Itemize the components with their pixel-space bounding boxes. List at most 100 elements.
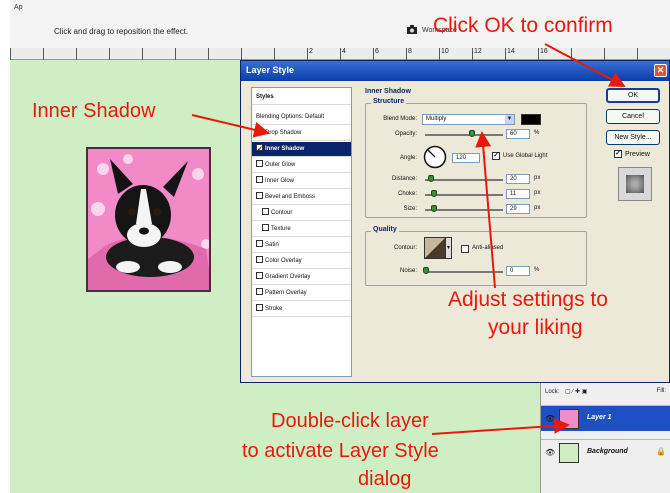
- style-item-bevel-and-emboss[interactable]: Bevel and Emboss: [252, 190, 351, 205]
- style-item-inner-glow[interactable]: Inner Glow: [252, 174, 351, 189]
- style-item-outer-glow[interactable]: Outer Glow: [252, 158, 351, 173]
- opacity-field[interactable]: 60: [506, 129, 530, 139]
- style-checkbox[interactable]: [256, 271, 263, 279]
- style-checkbox[interactable]: [256, 303, 263, 311]
- style-checkbox[interactable]: [256, 191, 263, 199]
- style-item-label: Contour: [271, 210, 293, 216]
- close-icon[interactable]: ✕: [654, 64, 667, 77]
- style-checkbox[interactable]: [256, 159, 263, 167]
- ruler-number: 8: [408, 48, 412, 55]
- contour-picker[interactable]: [424, 237, 452, 259]
- style-checkbox[interactable]: [256, 255, 263, 263]
- eye-icon[interactable]: 👁: [545, 414, 555, 423]
- opacity-slider-track[interactable]: [425, 134, 503, 136]
- app-label: Ap: [14, 4, 23, 11]
- ruler-tick: [10, 48, 11, 60]
- noise-slider-track[interactable]: [425, 271, 503, 273]
- anti-aliased-checkbox[interactable]: [461, 245, 469, 253]
- layer-style-dialog: Layer Style ✕ Styles Blending Options: De…: [240, 60, 670, 383]
- ruler-number: 10: [441, 48, 449, 55]
- lock-icons[interactable]: ▢ ⁄ ✚ ▣: [565, 389, 587, 395]
- dialog-titlebar[interactable]: Layer Style ✕: [241, 61, 669, 81]
- layer-thumbnail: [559, 443, 579, 463]
- annotation-click-ok: Click OK to confirm: [433, 14, 613, 37]
- ruler-number: 12: [474, 48, 482, 55]
- choke-slider-track[interactable]: [425, 194, 503, 196]
- opacity-slider-thumb[interactable]: [468, 130, 475, 137]
- layer-row-layer-1[interactable]: 👁 Layer 1: [541, 405, 670, 431]
- style-item-satin[interactable]: Satin: [252, 238, 351, 253]
- lock-icon: 🔒: [656, 447, 666, 456]
- styles-list: Styles Blending Options: Default Drop Shad…: [251, 87, 352, 377]
- preview-label: Preview: [625, 151, 650, 158]
- choke-label: Choke:: [397, 191, 417, 197]
- angle-field[interactable]: 120: [452, 153, 480, 163]
- style-item-pattern-overlay[interactable]: Pattern Overlay: [252, 286, 351, 301]
- style-checkbox[interactable]: [262, 223, 269, 231]
- quality-title: Quality: [371, 226, 399, 233]
- style-item-stroke[interactable]: Stroke: [252, 302, 351, 317]
- style-checkbox[interactable]: [256, 239, 263, 247]
- cancel-button[interactable]: Cancel: [606, 109, 660, 124]
- dialog-title: Layer Style: [246, 65, 295, 75]
- style-checkbox[interactable]: [256, 127, 263, 135]
- ok-button[interactable]: OK: [606, 88, 660, 103]
- annotation-dblclick-line3: dialog: [358, 468, 412, 490]
- chevron-down-icon: ▼: [505, 115, 514, 124]
- style-checkbox[interactable]: [256, 142, 263, 157]
- choke-field[interactable]: 11: [506, 189, 530, 199]
- ruler-number: 14: [507, 48, 515, 55]
- layers-toolbar: Lock: ▢ ⁄ ✚ ▣ Fill:: [541, 383, 670, 401]
- ruler-tick: [208, 48, 209, 60]
- ruler-number: 16: [540, 48, 548, 55]
- lock-label: Lock:: [545, 389, 560, 395]
- quality-group: [365, 231, 587, 286]
- angle-dial[interactable]: [423, 145, 447, 169]
- ruler-tick: [637, 48, 638, 60]
- shadow-color-swatch[interactable]: [521, 114, 541, 125]
- style-checkbox[interactable]: [256, 287, 263, 295]
- style-item-label: Texture: [271, 226, 291, 232]
- style-item-texture[interactable]: Texture: [252, 222, 351, 237]
- size-field[interactable]: 29: [506, 204, 530, 214]
- angle-unit: °: [483, 152, 486, 158]
- choke-slider-thumb[interactable]: [430, 190, 437, 197]
- style-checkbox[interactable]: [256, 175, 263, 183]
- style-item-styles[interactable]: Styles: [252, 90, 351, 105]
- camera-icon[interactable]: [406, 24, 418, 35]
- style-item-label: Inner Shadow: [265, 146, 305, 152]
- annotation-adjust-line2: your liking: [488, 316, 583, 339]
- distance-field[interactable]: 20: [506, 174, 530, 184]
- size-label: Size:: [403, 206, 417, 212]
- style-item-label: Drop Shadow: [265, 130, 302, 136]
- ruler-tick: [109, 48, 110, 60]
- style-item-color-overlay[interactable]: Color Overlay: [252, 254, 351, 269]
- style-item-label: Styles: [256, 94, 274, 100]
- horizontal-ruler: 2 4 6 8 10 12 14 16: [10, 48, 670, 60]
- eye-icon[interactable]: 👁: [545, 448, 555, 457]
- style-item-blending-options-default[interactable]: Blending Options: Default: [252, 110, 351, 125]
- opacity-unit: %: [534, 130, 540, 136]
- ruler-number: 2: [309, 48, 313, 55]
- style-item-label: Color Overlay: [265, 258, 302, 264]
- noise-field[interactable]: 0: [506, 266, 530, 276]
- style-item-label: Outer Glow: [265, 162, 296, 168]
- preview-checkbox[interactable]: ✓: [614, 150, 622, 158]
- style-item-inner-shadow[interactable]: Inner Shadow: [252, 142, 351, 157]
- style-item-contour[interactable]: Contour: [252, 206, 351, 221]
- global-light-checkbox[interactable]: ✓: [492, 152, 500, 160]
- noise-unit: %: [534, 267, 540, 273]
- style-item-drop-shadow[interactable]: Drop Shadow: [252, 126, 351, 141]
- choke-unit: px: [534, 190, 541, 196]
- annotation-inner-shadow: Inner Shadow: [32, 100, 156, 122]
- noise-slider-thumb[interactable]: [423, 267, 429, 274]
- layer-row-background[interactable]: 👁 Background 🔒: [541, 439, 670, 465]
- ruler-tick: [142, 48, 143, 60]
- blend-mode-select[interactable]: Multiply ▼: [422, 114, 515, 125]
- style-checkbox[interactable]: [262, 207, 269, 215]
- layer-thumbnail: [559, 409, 579, 429]
- new-style-button[interactable]: New Style...: [606, 130, 660, 145]
- style-item-gradient-overlay[interactable]: Gradient Overlay: [252, 270, 351, 285]
- ruler-tick: [76, 48, 77, 60]
- distance-slider-track[interactable]: [425, 179, 503, 181]
